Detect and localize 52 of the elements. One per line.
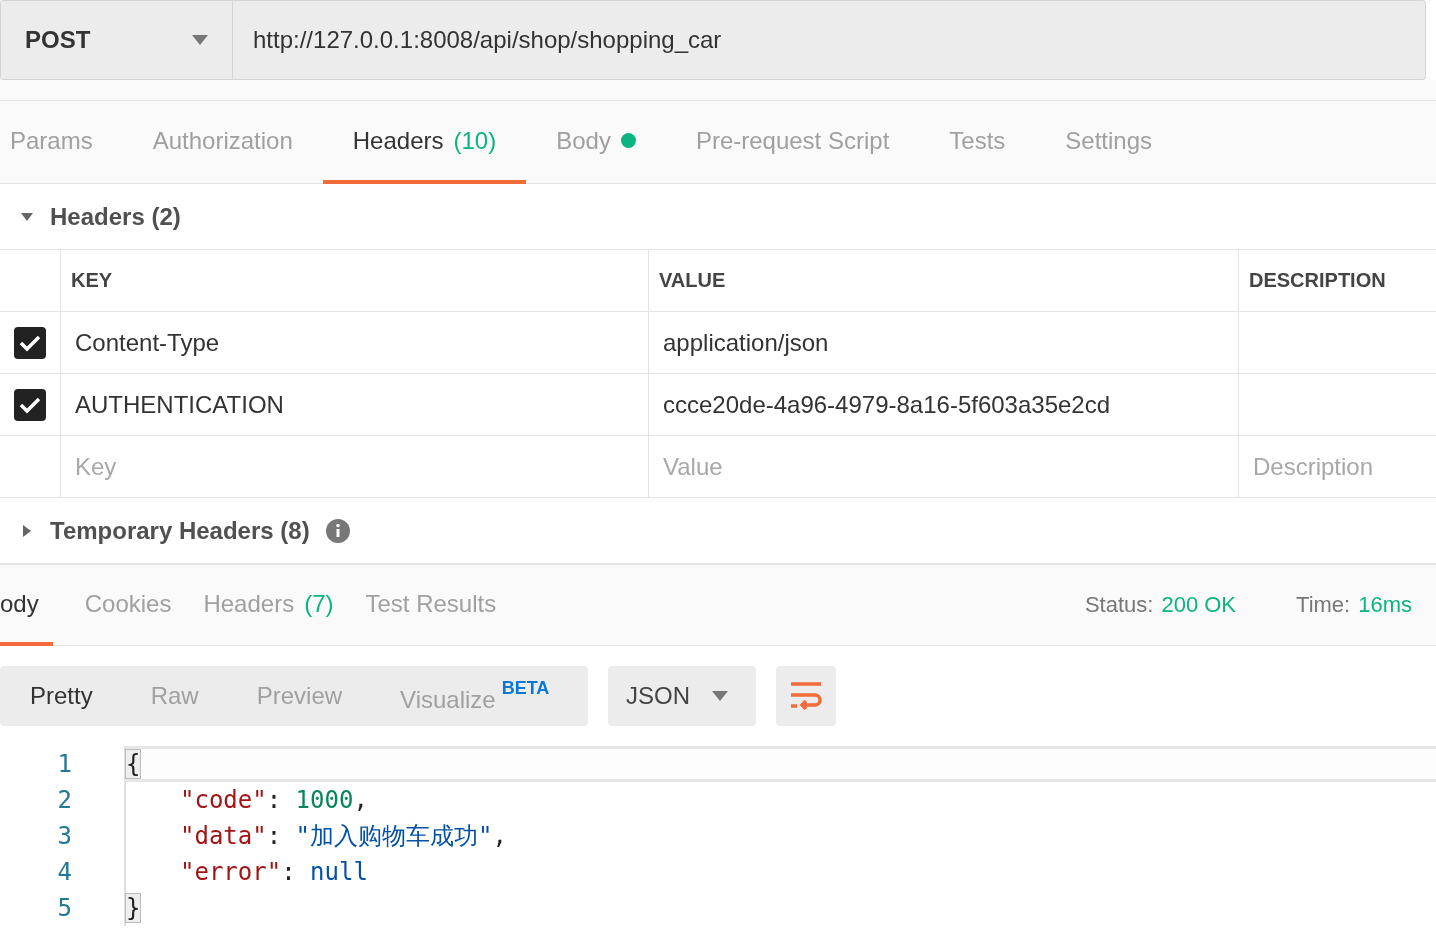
caret-down-icon — [192, 35, 208, 45]
checkbox[interactable] — [14, 326, 46, 359]
description-input-field[interactable]: Description — [1239, 436, 1436, 498]
column-header: KEY — [61, 250, 649, 312]
request-tab[interactable]: Body — [556, 101, 636, 184]
value-input-field[interactable]: Value — [649, 436, 1239, 498]
section-title: Headers (2) — [50, 202, 181, 231]
code-line: "data": "加入购物车成功", — [179, 821, 507, 852]
key-input-field[interactable]: Key — [61, 436, 649, 498]
time-label: Time: — [1296, 592, 1351, 618]
response-tab[interactable]: Cookies — [84, 565, 172, 646]
view-mode-tab[interactable]: Visualize $^{BETA}$ — [400, 678, 550, 714]
request-tab[interactable]: Tests — [949, 101, 1006, 184]
check-icon — [19, 333, 41, 352]
request-tab[interactable]: Params — [10, 101, 93, 184]
table-cell[interactable]: ccce20de-4a96-4979-8a16-5f603a35e2cd — [649, 374, 1239, 436]
format-dropdown[interactable]: JSON — [608, 666, 756, 726]
url-field[interactable]: http://127.0.0.1:8008/api/shop/shopping_car — [233, 1, 1425, 79]
view-mode-tab[interactable]: Pretty — [30, 682, 93, 710]
status-label: Status: — [1084, 592, 1154, 618]
response-tab[interactable]: Headers (7) — [203, 565, 334, 646]
table-cell[interactable]: Content-Type — [61, 312, 649, 374]
table-cell[interactable]: AUTHENTICATION — [61, 374, 649, 436]
request-bar[interactable]: POST http://127.0.0.1:8008/api/shop/shopping_car — [0, 0, 1426, 80]
response-tab[interactable]: ody — [0, 565, 53, 646]
code-line: "error": null — [179, 858, 368, 886]
caret-down-icon — [712, 691, 728, 701]
line-number: 4 — [56, 858, 73, 886]
response-tab[interactable]: Test Results — [365, 565, 497, 646]
table-cell[interactable]: application/json — [649, 312, 1239, 374]
request-tab[interactable]: Pre-request Script — [695, 101, 890, 184]
time-value: 16ms — [1358, 592, 1412, 618]
method-dropdown[interactable]: POST — [1, 1, 233, 79]
check-icon — [19, 395, 41, 414]
info-icon[interactable] — [325, 518, 350, 543]
request-tab[interactable]: Settings — [1065, 101, 1153, 184]
request-tab[interactable]: Headers (10) — [322, 101, 527, 184]
column-header: DESCRIPTION — [1239, 250, 1436, 312]
status-value: 200 OK — [1161, 592, 1236, 618]
line-number: 3 — [56, 822, 73, 850]
view-mode-tab[interactable]: Preview — [256, 682, 343, 710]
view-mode-tab[interactable]: Raw — [150, 682, 199, 710]
wrap-lines-icon — [789, 681, 823, 711]
wrap-button[interactable] — [776, 666, 836, 726]
line-number: 5 — [56, 894, 73, 922]
checkbox[interactable] — [14, 388, 46, 421]
section-title[interactable]: Temporary Headers (8) — [50, 516, 310, 545]
request-tab[interactable]: Authorization — [152, 101, 293, 184]
line-number: 1 — [56, 750, 73, 778]
column-header: VALUE — [649, 250, 1239, 312]
line-number: 2 — [56, 786, 73, 814]
code-line: "code": 1000, — [179, 786, 368, 814]
